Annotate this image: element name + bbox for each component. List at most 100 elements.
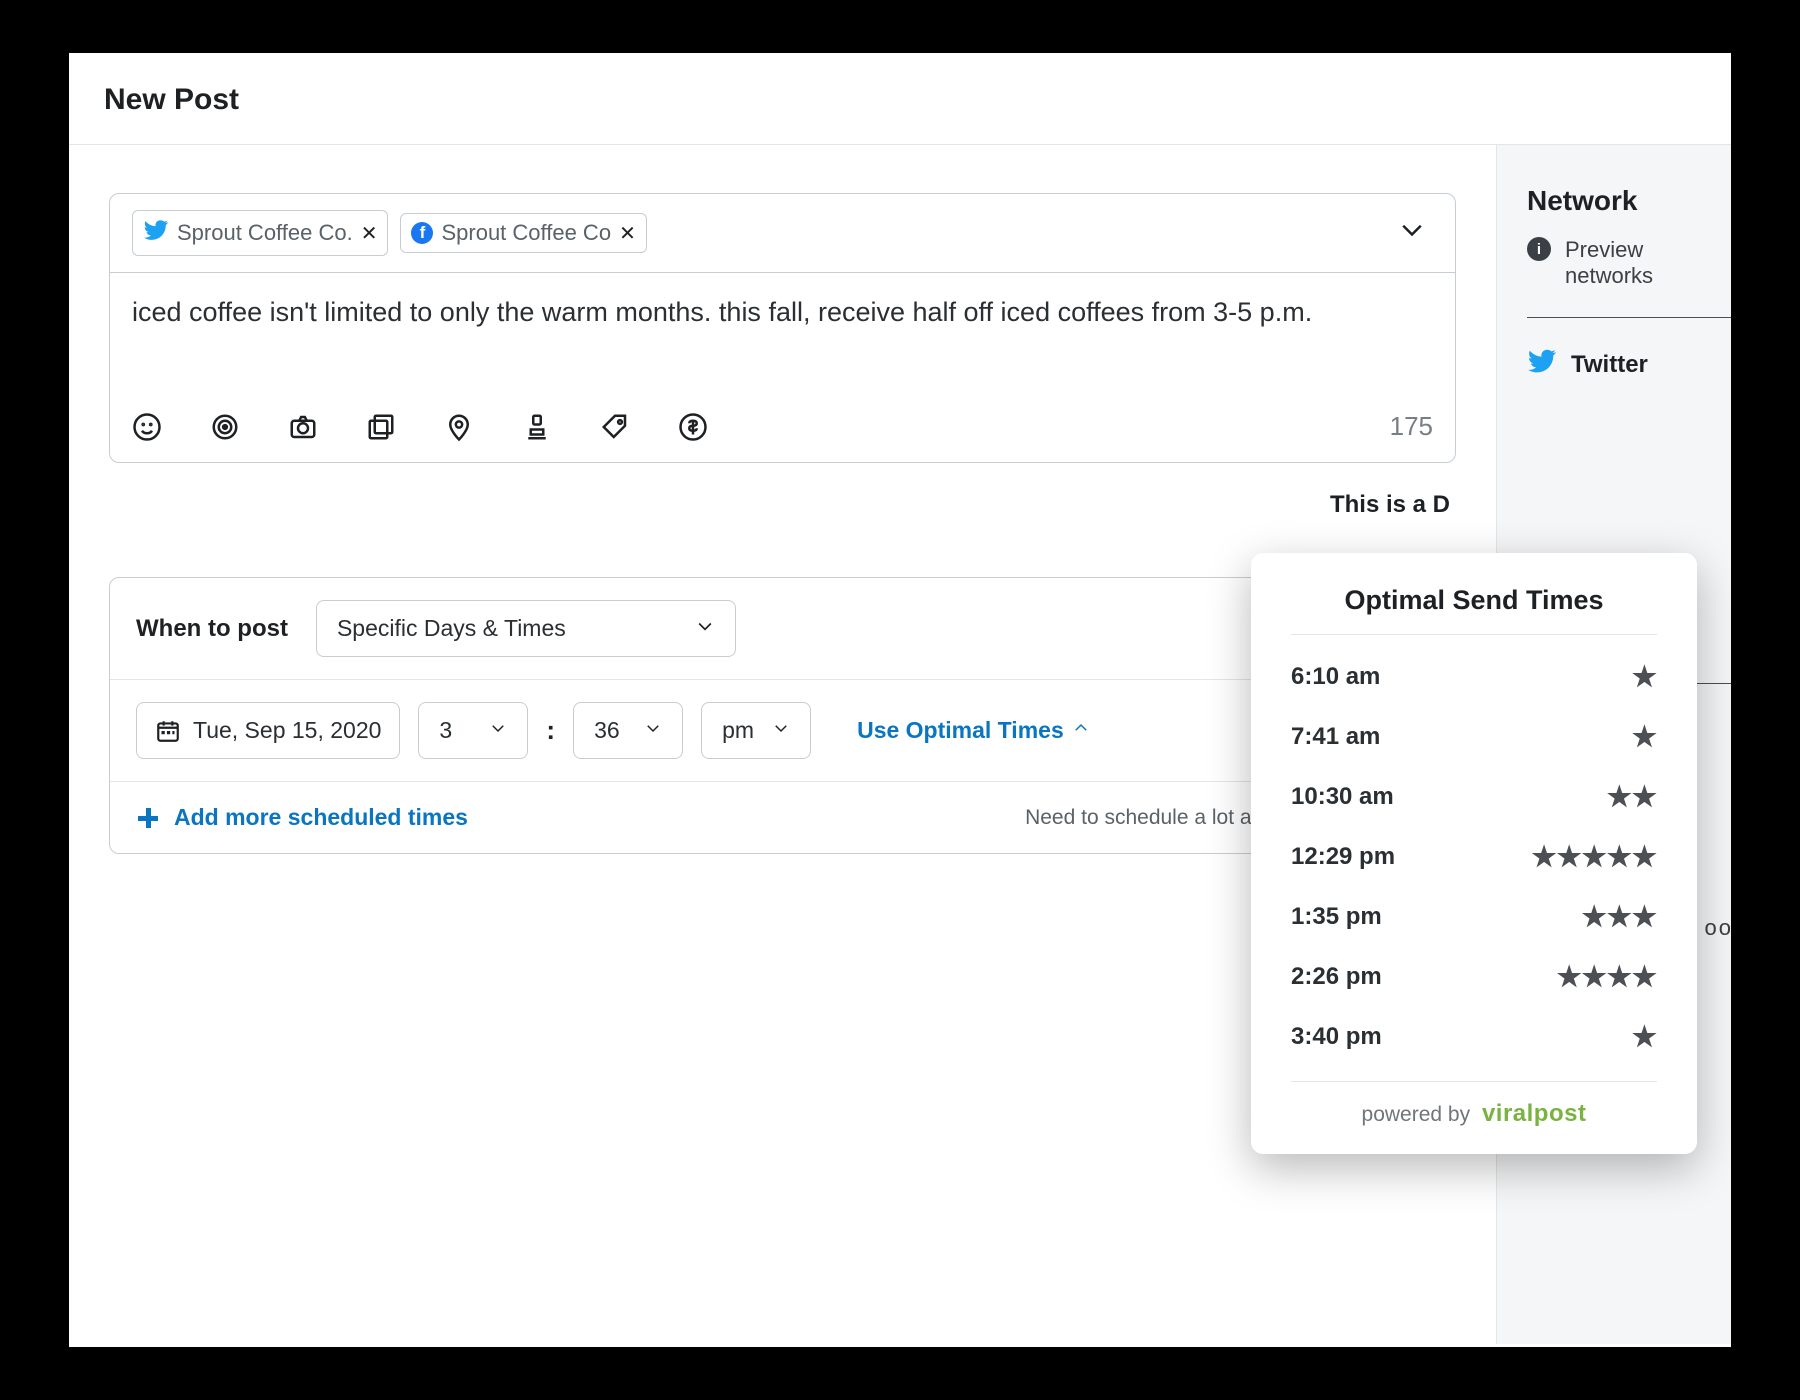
optimal-time-item[interactable]: 10:30 am ★★ [1291,767,1657,827]
monetize-icon[interactable] [678,412,708,442]
star-icon: ★ [1582,903,1607,931]
chevron-down-icon [489,719,507,742]
star-icon: ★ [1557,843,1582,871]
star-icon: ★ [1607,963,1632,991]
optimal-time-label: 12:29 pm [1291,843,1395,871]
star-rating: ★★★★ [1557,963,1657,991]
optimal-time-label: 3:40 pm [1291,1023,1382,1051]
sidebar-network-twitter[interactable]: Twitter [1527,346,1731,383]
chevron-down-icon[interactable] [1397,215,1427,252]
compose-toolbar: 175 [110,403,1455,462]
date-value: Tue, Sep 15, 2020 [193,717,381,744]
preview-fragment-top: Preview [1565,237,1643,262]
time-colon: : [546,715,555,746]
close-icon[interactable]: ✕ [619,221,636,246]
minute-value: 36 [594,717,620,744]
optimal-time-item[interactable]: 12:29 pm★★★★★ [1291,827,1657,887]
character-count: 175 [1390,411,1433,442]
profile-chip-label: Sprout Coffee Co [441,220,611,246]
when-label: When to post [136,615,288,643]
preview-fragment-bottom: networks [1565,263,1653,288]
optimal-times-popup: Optimal Send Times 6:10 am★7:41 am★10:30… [1251,553,1697,1154]
date-picker[interactable]: Tue, Sep 15, 2020 [136,702,400,759]
star-rating: ★ [1632,1023,1657,1051]
optimal-times-list: 6:10 am★7:41 am★10:30 am★★12:29 pm★★★★★1… [1291,635,1657,1082]
gallery-icon[interactable] [366,412,396,442]
viralpost-brand: viralpost [1482,1100,1587,1127]
twitter-label: Twitter [1571,351,1648,379]
app-window: New Post Sprout Coffee Co. ✕ f Sprout Co… [69,53,1731,1347]
draft-status-fragment: This is a D [109,491,1450,519]
star-icon: ★ [1557,963,1582,991]
star-icon: ★ [1632,963,1657,991]
star-icon: ★ [1632,1023,1657,1051]
plus-icon [136,806,160,830]
when-select[interactable]: Specific Days & Times [316,600,736,657]
hour-select[interactable]: 3 [418,702,528,759]
star-rating: ★★★ [1582,903,1657,931]
twitter-icon [143,217,169,249]
chevron-down-icon [695,616,715,641]
chevron-down-icon [772,719,790,742]
calendar-icon [155,718,181,744]
powered-by-label: powered by [1362,1103,1471,1126]
optimal-time-item[interactable]: 7:41 am ★ [1291,707,1657,767]
optimal-time-item[interactable]: 1:35 pm★★★ [1291,887,1657,947]
profile-chip-label: Sprout Coffee Co. [177,220,353,246]
optimal-time-label: 10:30 am [1291,783,1394,811]
ampm-value: pm [722,717,754,744]
add-more-times-button[interactable]: Add more scheduled times [136,804,468,831]
optimal-time-label: 2:26 pm [1291,963,1382,991]
sidebar-preview-info: i Preview networks [1527,237,1731,289]
optimal-time-item[interactable]: 6:10 am★ [1291,647,1657,707]
page-header: New Post [69,53,1731,145]
star-icon: ★ [1607,783,1632,811]
optimal-time-item[interactable]: 3:40 pm ★ [1291,1007,1657,1067]
add-more-label: Add more scheduled times [174,804,468,831]
chevron-up-icon [1072,719,1090,742]
compose-textarea[interactable]: iced coffee isn't limited to only the wa… [110,273,1455,403]
location-icon[interactable] [444,412,474,442]
profile-chip-twitter[interactable]: Sprout Coffee Co. ✕ [132,210,388,256]
facebook-icon: f [411,222,433,244]
optimal-link-label: Use Optimal Times [857,717,1064,744]
star-icon: ★ [1531,843,1556,871]
star-icon: ★ [1582,963,1607,991]
compose-card: Sprout Coffee Co. ✕ f Sprout Coffee Co ✕… [109,193,1456,463]
popup-footer: powered by viralpost [1291,1082,1657,1128]
close-icon[interactable]: ✕ [361,221,378,246]
emoji-icon[interactable] [132,412,162,442]
page-title: New Post [104,83,1696,117]
popup-title: Optimal Send Times [1291,585,1657,635]
use-optimal-times-link[interactable]: Use Optimal Times [857,717,1090,744]
optimal-time-label: 7:41 am [1291,723,1380,751]
info-icon: i [1527,237,1551,261]
ampm-select[interactable]: pm [701,702,811,759]
star-rating: ★★ [1607,783,1657,811]
profile-chip-facebook[interactable]: f Sprout Coffee Co ✕ [400,213,646,253]
divider [1527,317,1731,318]
target-icon[interactable] [210,412,240,442]
chevron-down-icon [644,719,662,742]
optimal-time-item[interactable]: 2:26 pm★★★★ [1291,947,1657,1007]
stamp-icon[interactable] [522,412,552,442]
star-icon: ★ [1607,843,1632,871]
minute-select[interactable]: 36 [573,702,683,759]
camera-icon[interactable] [288,412,318,442]
star-icon: ★ [1582,843,1607,871]
tag-icon[interactable] [600,412,630,442]
twitter-icon [1527,346,1557,383]
when-value: Specific Days & Times [337,615,566,642]
sidebar-title: Network [1527,185,1731,217]
hour-value: 3 [439,717,452,744]
star-rating: ★★★★★ [1531,843,1657,871]
star-icon: ★ [1632,723,1657,751]
star-icon: ★ [1632,663,1657,691]
profile-selector[interactable]: Sprout Coffee Co. ✕ f Sprout Coffee Co ✕ [110,194,1455,273]
star-icon: ★ [1607,903,1632,931]
star-icon: ★ [1632,783,1657,811]
star-icon: ★ [1632,843,1657,871]
star-rating: ★ [1632,723,1657,751]
star-icon: ★ [1632,903,1657,931]
optimal-time-label: 1:35 pm [1291,903,1382,931]
